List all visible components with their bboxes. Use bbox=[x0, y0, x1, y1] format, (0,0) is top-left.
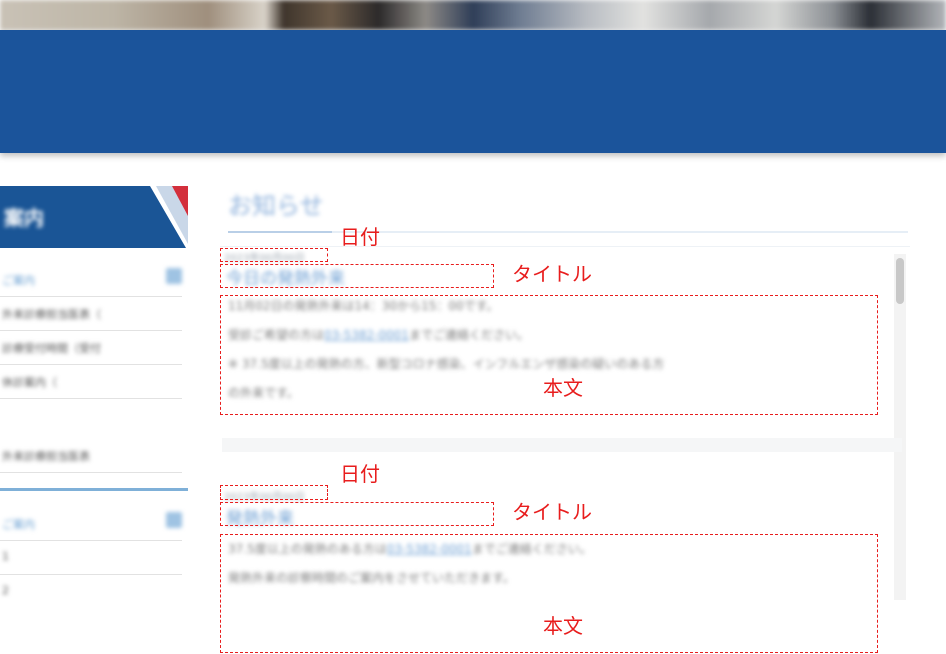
expand-icon[interactable] bbox=[166, 268, 182, 284]
annotation-title-label: タイトル bbox=[512, 500, 592, 524]
sidebar-divider bbox=[0, 488, 188, 491]
news-scroll-thumb[interactable] bbox=[896, 258, 904, 304]
sidebar-item[interactable]: 休診案内（ bbox=[0, 364, 182, 399]
annotation-body-label: 本文 bbox=[543, 376, 583, 400]
news-scrollbar[interactable] bbox=[894, 254, 906, 600]
annotation-date-label: 日付 bbox=[340, 225, 380, 249]
annotation-body-label: 本文 bbox=[543, 614, 583, 638]
annotation-title-label: タイトル bbox=[512, 262, 592, 286]
expand-icon[interactable] bbox=[166, 512, 182, 528]
page-title: お知らせ bbox=[228, 192, 324, 220]
sidebar-item[interactable]: 1 bbox=[0, 540, 182, 575]
annotation-date-label: 日付 bbox=[340, 462, 380, 486]
sidebar-tab-corner-icon bbox=[156, 186, 188, 244]
sidebar-tab-label: 案内 bbox=[4, 206, 44, 230]
header-photo-strip bbox=[0, 0, 946, 30]
annotation-date-box bbox=[220, 248, 328, 262]
annotation-date-box bbox=[220, 485, 328, 500]
sidebar-item[interactable]: 2 bbox=[0, 574, 182, 608]
annotation-title-box bbox=[220, 264, 494, 288]
sidebar-section-heading: ご案内 bbox=[0, 506, 182, 541]
sidebar-item[interactable]: 外来診療担当医表 bbox=[0, 438, 182, 473]
annotation-title-box bbox=[220, 502, 494, 526]
sidebar-item[interactable]: 外来診療担当医表（ bbox=[0, 296, 182, 331]
sidebar-item[interactable]: 診療受付時間（受付 bbox=[0, 330, 182, 365]
site-header-band bbox=[0, 30, 946, 153]
sidebar-section-heading: ご案内 bbox=[0, 262, 182, 297]
title-underline bbox=[228, 231, 908, 233]
news-separator bbox=[222, 438, 902, 452]
